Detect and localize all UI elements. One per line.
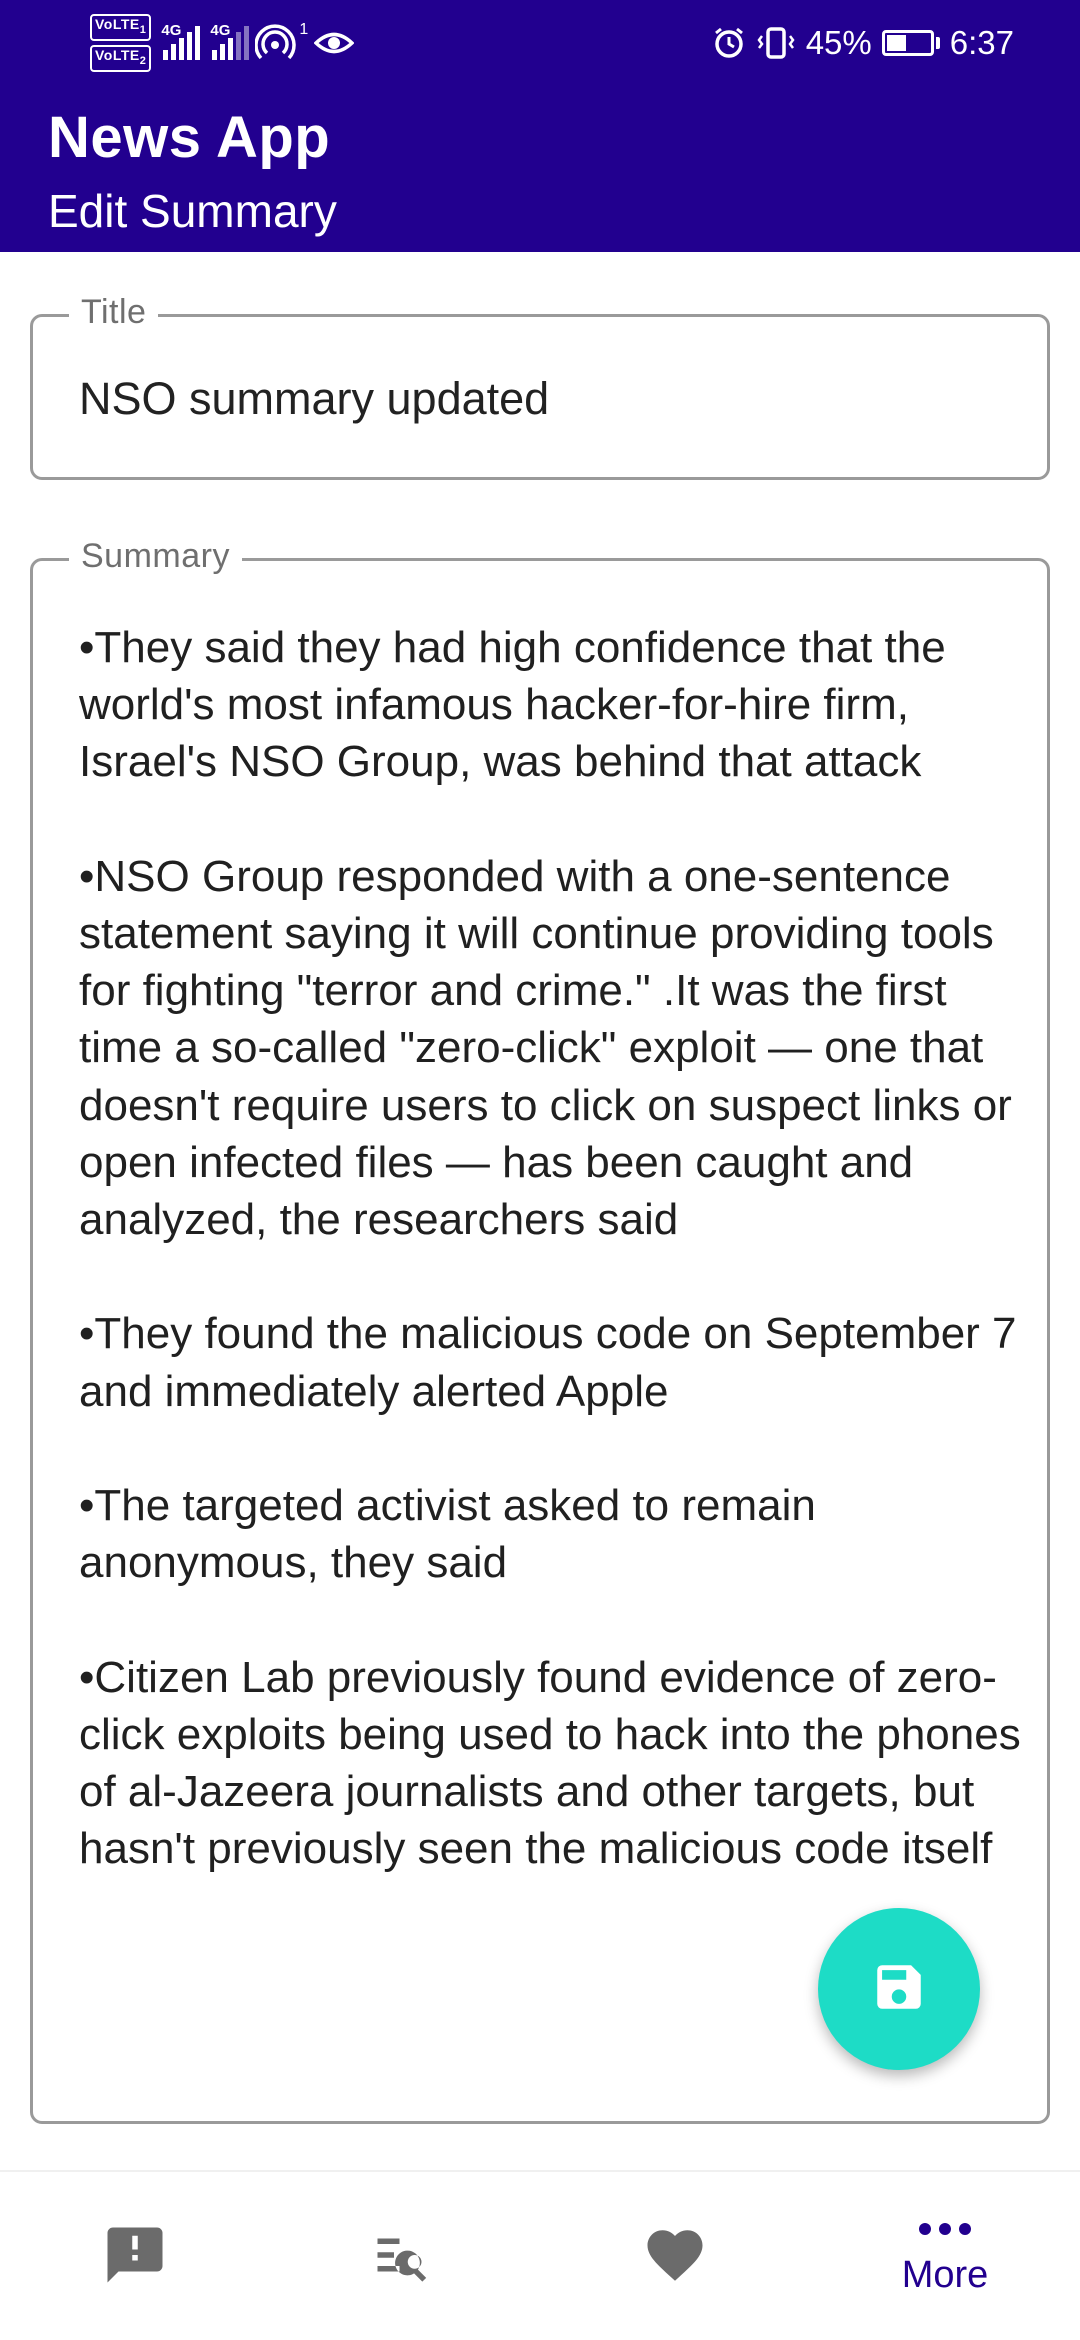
search-list-icon	[372, 2222, 438, 2293]
battery-icon	[881, 30, 940, 56]
nav-item-search[interactable]	[270, 2172, 540, 2340]
status-right: 45% 6:37	[712, 14, 1014, 72]
volte-indicators: VoLTE1 VoLTE2	[90, 14, 152, 72]
alarm-icon	[712, 26, 746, 60]
volte-sim1-icon: VoLTE1	[90, 14, 152, 41]
nav-item-more-label: More	[901, 2254, 989, 2296]
save-button[interactable]	[818, 1908, 980, 2070]
heart-icon	[642, 2222, 708, 2293]
nav-item-favorites[interactable]	[540, 2172, 810, 2340]
clock: 6:37	[949, 24, 1014, 61]
eye-comfort-icon	[314, 28, 355, 58]
hotspot-icon: 1	[255, 21, 308, 65]
battery-percent: 45%	[805, 24, 872, 61]
screen-subtitle: Edit Summary	[48, 185, 337, 237]
hotspot-count: 1	[299, 21, 309, 38]
summary-field[interactable]: Summary •They said they had high confide…	[30, 537, 1050, 2124]
bottom-navigation: More	[0, 2170, 1080, 2340]
status-bar: VoLTE1 VoLTE2 4G 4G 1 45% 6:37	[0, 0, 1080, 84]
save-icon	[870, 1958, 928, 2021]
app-bar: VoLTE1 VoLTE2 4G 4G 1 45% 6:37 News App …	[0, 0, 1080, 252]
signal-sim2-icon: 4G	[210, 22, 250, 60]
status-left: VoLTE1 VoLTE2 4G 4G 1	[90, 14, 355, 72]
summary-textarea[interactable]: •They said they had high confidence that…	[79, 619, 1027, 2037]
nav-item-alerts[interactable]	[0, 2172, 270, 2340]
title-field-label: Title	[69, 293, 159, 332]
volte-sim2-icon: VoLTE2	[90, 45, 152, 72]
signal-sim1-icon: 4G	[161, 22, 201, 60]
vibrate-icon	[756, 26, 796, 60]
summary-field-label: Summary	[69, 537, 242, 576]
more-icon	[915, 2217, 975, 2246]
app-title: News App	[48, 105, 331, 170]
nav-item-more[interactable]: More	[810, 2172, 1080, 2340]
alert-icon	[102, 2222, 168, 2293]
title-input[interactable]	[79, 373, 999, 425]
title-field[interactable]: Title	[30, 293, 1050, 480]
